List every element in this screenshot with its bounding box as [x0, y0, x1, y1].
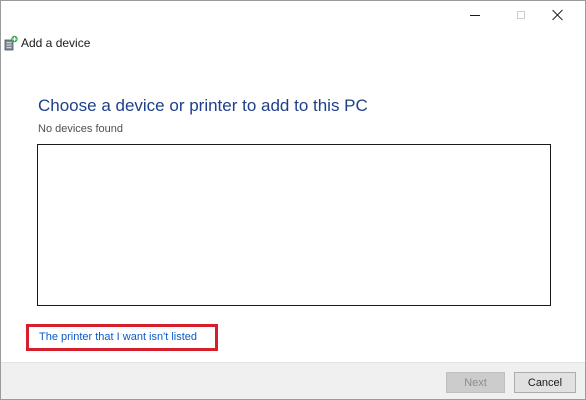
close-icon — [552, 9, 564, 21]
add-device-window: Add a device Choose a device or printer … — [0, 0, 586, 400]
minimize-button[interactable] — [459, 1, 491, 29]
maximize-icon — [517, 11, 525, 19]
device-add-icon — [4, 35, 18, 51]
window-header: Add a device — [4, 34, 90, 52]
maximize-button[interactable] — [505, 1, 537, 29]
minimize-icon — [470, 14, 480, 16]
printer-not-listed-link[interactable]: The printer that I want isn't listed — [39, 331, 197, 343]
window-title: Add a device — [21, 36, 91, 50]
next-button[interactable]: Next — [446, 372, 505, 393]
device-search-status: No devices found — [38, 123, 123, 135]
page-heading: Choose a device or printer to add to thi… — [38, 96, 368, 115]
device-list[interactable] — [37, 144, 551, 306]
close-button[interactable] — [542, 1, 574, 29]
cancel-button[interactable]: Cancel — [514, 372, 576, 393]
footer-bar: Next Cancel — [1, 362, 585, 399]
